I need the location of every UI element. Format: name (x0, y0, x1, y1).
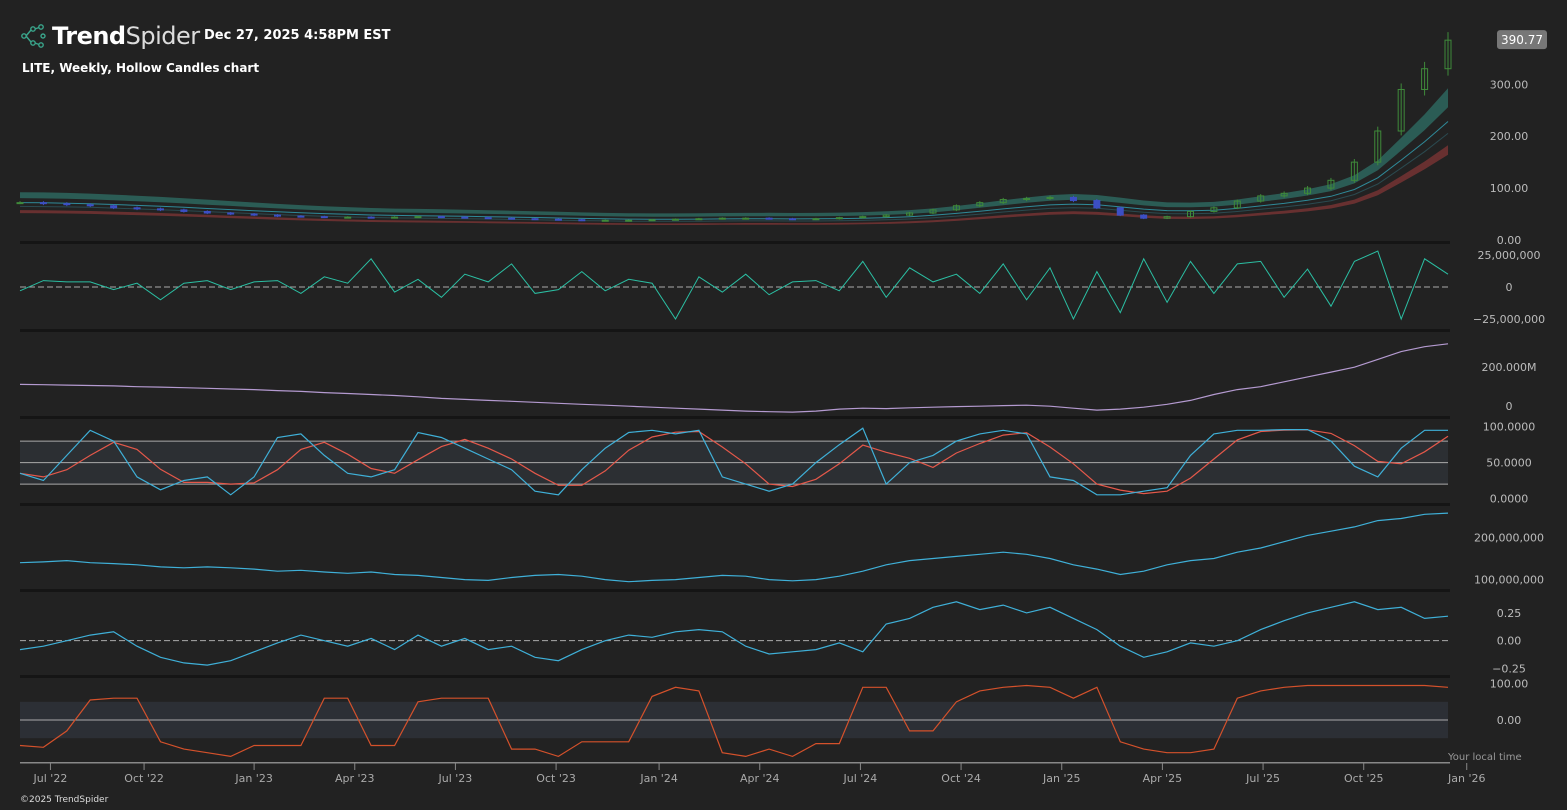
y-tick-label: 0 (1506, 281, 1513, 294)
y-tick-label: 25,000,000 (1478, 249, 1541, 262)
accumulation-line (19, 512, 1449, 583)
candle-down (765, 217, 773, 220)
y-tick-label: 50.0000 (1486, 457, 1532, 470)
y-tick-label: 0.0000 (1490, 492, 1529, 505)
chart-area[interactable]: 0.00 100.00 200.00 300.00 390.77 25,000,000 0 −… (0, 0, 1567, 810)
pane-separator (20, 416, 1450, 419)
candle-up (742, 217, 750, 220)
y-tick-label: 100,000,000 (1474, 574, 1544, 587)
x-tick-label: Jul '25 (1245, 772, 1280, 785)
candle-up (414, 216, 422, 219)
y-tick-label: 200,000,000 (1474, 531, 1544, 544)
candle-down (461, 216, 469, 219)
y-tick-label: 0 (1506, 400, 1513, 413)
y-tick-label: 0.00 (1497, 234, 1522, 247)
x-tick-label: Jul '23 (438, 772, 473, 785)
y-tick-label: −0.25 (1492, 662, 1526, 675)
candle-down (578, 219, 586, 222)
upper-band (20, 88, 1448, 217)
candle-down (789, 218, 797, 221)
x-tick-label: Oct '24 (941, 772, 981, 785)
candle-down (320, 216, 328, 219)
candle-down (1116, 207, 1124, 216)
y-tick-label: 100.00 (1490, 678, 1529, 691)
x-tick-label: Apr '25 (1143, 772, 1183, 785)
last-price-label: 390.77 (1501, 33, 1543, 47)
y-tick-label: 200.00 (1490, 130, 1529, 143)
candle-up (718, 217, 726, 220)
candle-down (86, 204, 94, 207)
x-axis-line (20, 762, 1450, 764)
candle-down (180, 209, 188, 212)
pane-separator (20, 241, 1450, 244)
y-tick-label: 300.00 (1490, 78, 1529, 91)
y-tick-label: −25,000,000 (1473, 313, 1545, 326)
x-tick-label: Jul '22 (33, 772, 68, 785)
local-time-label: Your local time (1448, 752, 1522, 763)
x-tick-label: Jan '26 (1447, 772, 1485, 785)
candle-down (156, 208, 164, 211)
candle-up (16, 202, 24, 205)
candle-up (648, 219, 656, 222)
y-tick-label: 100.00 (1490, 182, 1529, 195)
candle-down (133, 207, 141, 210)
candle-down (554, 218, 562, 221)
x-tick-label: Jul '24 (843, 772, 878, 785)
candle-down (531, 218, 539, 221)
candle-up (344, 216, 352, 219)
candle-down (367, 216, 375, 219)
x-tick-label: Jan '25 (1042, 772, 1080, 785)
pane-separator (20, 675, 1450, 678)
candle-down (227, 212, 235, 215)
candle-up (601, 219, 609, 222)
candle-down (39, 202, 47, 205)
pane-separator (20, 329, 1450, 332)
candle-down (63, 203, 71, 206)
y-tick-label: 0.00 (1497, 635, 1522, 648)
candle-down (1093, 200, 1101, 209)
x-tick-label: Apr '24 (740, 772, 780, 785)
copyright: ©2025 TrendSpider (20, 795, 109, 805)
x-tick-label: Apr '23 (335, 772, 375, 785)
candle-down (484, 217, 492, 220)
candle-down (250, 213, 258, 216)
x-tick-label: Oct '23 (536, 772, 576, 785)
y-tick-label: 200.000M (1482, 361, 1537, 374)
candle-down (274, 214, 282, 217)
x-tick-label: Oct '22 (124, 772, 164, 785)
candle-down (508, 217, 516, 220)
candle-down (110, 205, 118, 209)
candle-up (812, 218, 820, 221)
y-tick-label: 0.00 (1497, 714, 1522, 727)
candle-up (695, 218, 703, 221)
cumulative-line (19, 343, 1449, 413)
candle-down (203, 210, 211, 214)
candle-down (1140, 214, 1148, 219)
candle-down (1069, 196, 1077, 202)
pane-separator (20, 503, 1450, 506)
candle-down (437, 216, 445, 219)
y-tick-label: 100.0000 (1483, 421, 1536, 434)
moving-average-line-2 (19, 133, 1449, 222)
money-flow-line (19, 601, 1449, 666)
candle-up (625, 219, 633, 222)
candle-up (671, 218, 679, 221)
pane-separator (20, 589, 1450, 592)
candle-up (391, 216, 399, 219)
x-tick-label: Jan '23 (234, 772, 272, 785)
candle-down (297, 215, 305, 218)
x-tick-label: Oct '25 (1344, 772, 1384, 785)
y-tick-label: 0.25 (1497, 607, 1522, 620)
x-tick-label: Jan '24 (639, 772, 677, 785)
volume-oscillator-line (19, 250, 1449, 321)
